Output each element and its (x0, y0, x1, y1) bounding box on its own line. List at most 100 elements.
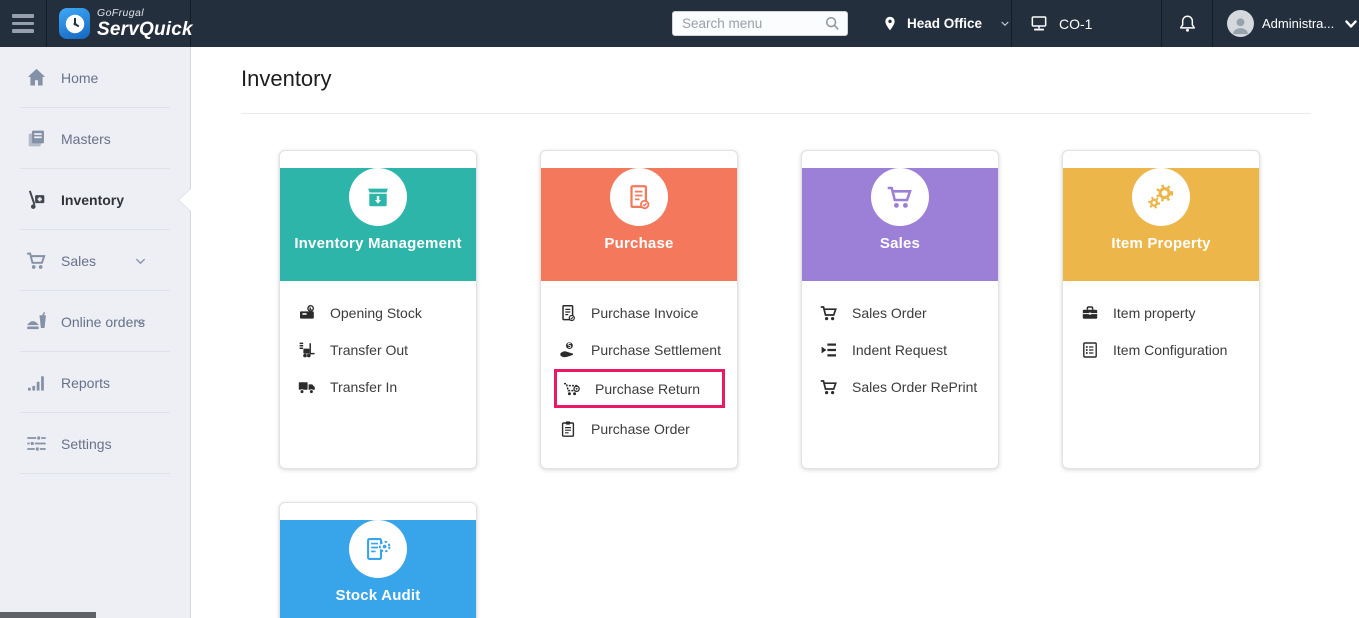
forklift-icon (297, 340, 317, 360)
indent-icon (819, 340, 839, 360)
sidebar-item-masters[interactable]: Masters (0, 108, 190, 169)
sidebar-item-reports[interactable]: Reports (0, 352, 190, 413)
menu-item-purchase-settlement[interactable]: Purchase Settlement (541, 331, 737, 368)
card-icon-circle (349, 520, 407, 578)
page-title: Inventory (241, 66, 1359, 92)
store-name: Head Office (907, 16, 982, 31)
topbar: GoFrugal ServQuick Head Office CO-1 Admi… (0, 0, 1359, 47)
menu-item-label: Purchase Return (595, 381, 700, 397)
menu-item-label: Indent Request (852, 342, 947, 358)
card-icon-circle (610, 168, 668, 226)
menu-item-transfer-in[interactable]: Transfer In (280, 368, 476, 405)
card-icon-circle (871, 168, 929, 226)
gears-icon (1146, 182, 1176, 212)
bar-chart-icon (25, 371, 48, 394)
card-title: Sales (802, 235, 998, 252)
bell-icon (1177, 13, 1198, 35)
terminal-name: CO-1 (1059, 16, 1092, 32)
chevron-down-icon (133, 314, 148, 329)
card-inventory-management: Inventory Management Opening Stock Trans… (279, 150, 477, 469)
cart-icon (885, 182, 915, 212)
sidebar-item-sales[interactable]: Sales (0, 230, 190, 291)
horizontal-scrollbar-thumb[interactable] (0, 612, 96, 618)
card-icon-circle (349, 168, 407, 226)
cart-icon (819, 377, 839, 397)
cart-icon (819, 303, 839, 323)
card-header-stock-audit[interactable]: Stock Audit (280, 520, 476, 618)
card-title: Item Property (1063, 235, 1259, 252)
menu-item-label: Transfer Out (330, 342, 408, 358)
menu-item-purchase-invoice[interactable]: Purchase Invoice (541, 294, 737, 331)
card-header-inventory-management[interactable]: Inventory Management (280, 168, 476, 281)
menu-item-sales-order[interactable]: Sales Order (802, 294, 998, 331)
card-stock-audit: Stock Audit (279, 502, 477, 618)
terminal-icon (1029, 14, 1049, 33)
menu-item-item-configuration[interactable]: Item Configuration (1063, 331, 1259, 368)
sidebar-item-settings[interactable]: Settings (0, 413, 190, 474)
menu-item-label: Purchase Order (591, 421, 690, 437)
search-icon[interactable] (824, 15, 841, 32)
active-item-notch (179, 189, 191, 211)
card-header-sales[interactable]: Sales (802, 168, 998, 281)
location-pin-icon (882, 14, 898, 33)
menu-item-sales-order-reprint[interactable]: Sales Order RePrint (802, 368, 998, 405)
card-title: Inventory Management (280, 235, 476, 252)
menu-search (672, 11, 848, 36)
chevron-down-icon (999, 17, 1011, 30)
invoice-icon (624, 182, 654, 212)
menu-item-label: Opening Stock (330, 305, 422, 321)
terminal-selector[interactable]: CO-1 (1012, 0, 1162, 47)
user-menu[interactable]: Administra... (1213, 0, 1359, 47)
user-name: Administra... (1262, 16, 1334, 31)
card-icon-circle (1132, 168, 1190, 226)
menu-item-indent-request[interactable]: Indent Request (802, 331, 998, 368)
card-title: Purchase (541, 235, 737, 252)
sidebar: Home Masters Inventory Sales Online orde… (0, 47, 191, 618)
masters-icon (25, 127, 48, 150)
sidebar-item-label: Reports (61, 375, 110, 391)
hamburger-icon (12, 14, 34, 33)
card-header-item-property[interactable]: Item Property (1063, 168, 1259, 281)
card-header-purchase[interactable]: Purchase (541, 168, 737, 281)
card-purchase: Purchase Purchase Invoice Purchase Settl… (540, 150, 738, 469)
card-title: Stock Audit (280, 587, 476, 604)
sidebar-item-online-orders[interactable]: Online orders (0, 291, 190, 352)
brand-name-bottom: ServQuick (97, 20, 193, 39)
opening-stock-icon (297, 303, 317, 323)
menu-item-label: Purchase Settlement (591, 342, 721, 358)
person-icon (1229, 14, 1252, 37)
hamburger-menu-button[interactable] (0, 0, 47, 47)
menu-item-opening-stock[interactable]: Opening Stock (280, 294, 476, 331)
module-card-grid: Inventory Management Opening Stock Trans… (279, 150, 1359, 618)
sidebar-item-inventory[interactable]: Inventory (0, 169, 190, 230)
menu-item-purchase-order[interactable]: Purchase Order (541, 410, 737, 447)
app-logo: GoFrugal ServQuick (47, 0, 191, 47)
invoice-icon (558, 303, 578, 323)
truck-icon (297, 377, 317, 397)
sidebar-item-label: Sales (61, 253, 96, 269)
menu-item-transfer-out[interactable]: Transfer Out (280, 331, 476, 368)
menu-item-label: Transfer In (330, 379, 397, 395)
menu-item-purchase-return[interactable]: Purchase Return (554, 369, 725, 408)
sidebar-item-label: Settings (61, 436, 112, 452)
menu-item-item-property[interactable]: Item property (1063, 294, 1259, 331)
settlement-icon (558, 340, 578, 360)
menu-item-label: Item property (1113, 305, 1195, 321)
briefcase-icon (1080, 303, 1100, 323)
menu-item-label: Purchase Invoice (591, 305, 698, 321)
fastfood-icon (25, 310, 48, 333)
return-cart-icon (562, 379, 582, 399)
sidebar-item-label: Home (61, 70, 98, 86)
sliders-icon (25, 432, 48, 455)
search-input[interactable] (672, 11, 848, 36)
sidebar-item-home[interactable]: Home (0, 47, 190, 108)
sidebar-item-label: Masters (61, 131, 111, 147)
store-selector[interactable]: Head Office (866, 0, 1012, 47)
notifications-button[interactable] (1162, 0, 1213, 47)
menu-item-label: Sales Order RePrint (852, 379, 977, 395)
sidebar-item-label: Inventory (61, 192, 124, 208)
config-list-icon (1080, 340, 1100, 360)
title-divider (241, 113, 1311, 114)
servquick-logo-icon (59, 8, 90, 39)
chevron-down-icon (133, 253, 148, 268)
